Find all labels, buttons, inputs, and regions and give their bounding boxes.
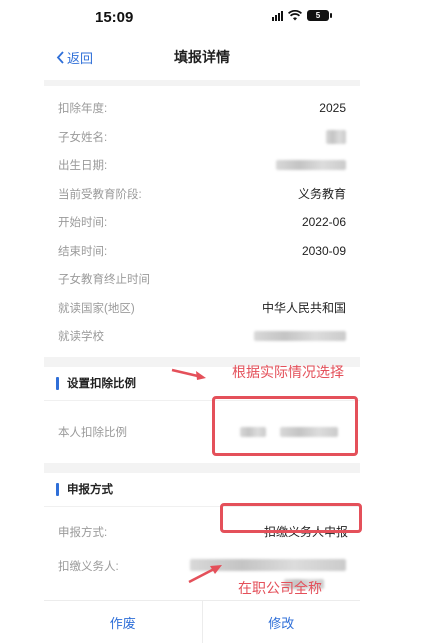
end-time-value: 2030-09 — [301, 243, 346, 258]
deduction-year-value: 2025 — [319, 101, 346, 116]
battery-icon: 5 — [307, 10, 332, 21]
start-time-value: 2022-06 — [301, 215, 346, 230]
redacted-school — [254, 331, 346, 342]
annotation-choose-text: 根据实际情况选择 — [232, 364, 344, 380]
detail-row-start: 开始时间: 2022-06 — [58, 215, 346, 230]
redacted-birth-date — [276, 160, 346, 171]
detail-row-termination: 子女教育终止时间 — [58, 274, 150, 287]
education-stage-value: 义务教育 — [297, 187, 346, 202]
annotation-company-text: 在职公司全称 — [238, 580, 322, 596]
section-accent-bar — [56, 376, 59, 390]
method-section-header: 申报方式 — [44, 473, 360, 507]
status-icons: 5 — [272, 10, 332, 21]
annotation-arrow-ratio — [171, 368, 206, 380]
signal-icon — [272, 10, 283, 21]
detail-row-end: 结束时间: 2030-09 — [58, 243, 346, 258]
page-title: 填报详情 — [174, 49, 230, 65]
bottom-action-bar: 作废 修改 — [44, 600, 360, 643]
detail-row-year: 扣除年度: 2025 — [58, 101, 346, 116]
ratio-section-title: 设置扣除比例 — [67, 378, 136, 390]
annotation-arrow-company — [188, 565, 222, 584]
void-button[interactable]: 作废 — [44, 601, 202, 643]
detail-row-birth-date: 出生日期: — [44, 151, 360, 180]
nav-bar: 返回 填报详情 — [44, 40, 360, 74]
redacted-child-name — [326, 129, 346, 144]
annotation-box-ratio — [212, 396, 358, 456]
annotation-box-method — [220, 503, 362, 533]
detail-row-school: 就读学校 — [44, 322, 360, 351]
deduction-ratio-label: 本人扣除比例 — [58, 426, 127, 439]
detail-row-child-name: 子女姓名: — [44, 123, 360, 152]
detail-row-country: 就读国家(地区) 中华人民共和国 — [58, 301, 346, 316]
country-value: 中华人民共和国 — [261, 301, 346, 316]
wifi-icon — [288, 10, 302, 21]
detail-row-stage: 当前受教育阶段: 义务教育 — [58, 187, 346, 202]
modify-button[interactable]: 修改 — [201, 601, 361, 643]
method-section-title: 申报方式 — [67, 484, 113, 496]
withholding-agent-label: 扣缴义务人: — [58, 560, 119, 573]
section-accent-bar — [56, 482, 59, 496]
declaration-method-label: 申报方式: — [58, 526, 108, 539]
status-bar: 15:09 5 — [0, 0, 423, 36]
status-time: 15:09 — [95, 9, 134, 26]
